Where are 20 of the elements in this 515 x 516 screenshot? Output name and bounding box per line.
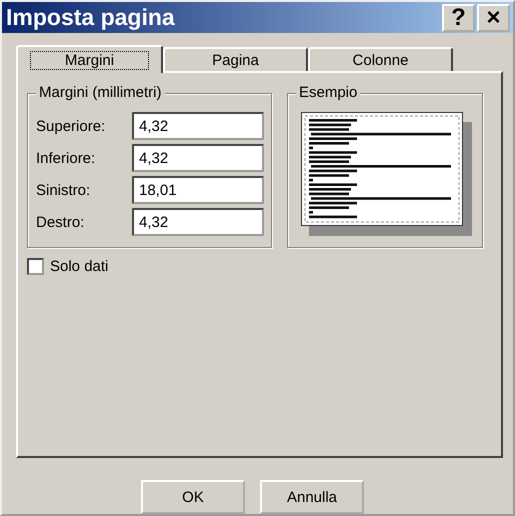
input-field[interactable]: 4,32	[132, 144, 264, 172]
input-field[interactable]: 4,32	[132, 112, 264, 140]
help-button[interactable]: ?	[442, 4, 475, 32]
dialog-button[interactable]: Annulla	[260, 480, 364, 514]
group-title: Margini (millimetri)	[36, 84, 164, 102]
checkbox[interactable]	[27, 258, 44, 276]
close-button[interactable]: ×	[477, 4, 510, 32]
field-label: Superiore:	[36, 118, 106, 135]
field-label: Sinistro:	[36, 182, 92, 199]
checkbox-label: Solo dati	[50, 258, 108, 276]
window-title: Imposta pagina	[6, 4, 175, 32]
field-label: Inferiore:	[36, 150, 96, 167]
group-title: Esempio	[296, 84, 360, 102]
input-field[interactable]: 4,32	[132, 208, 264, 236]
field-label: Destro:	[36, 214, 86, 231]
tab[interactable]: Pagina	[163, 47, 308, 72]
dialog-button[interactable]: OK	[141, 480, 245, 514]
tab[interactable]: Margini	[16, 45, 163, 74]
tab[interactable]: Colonne	[308, 47, 453, 72]
input-field[interactable]: 18,01	[132, 176, 264, 204]
